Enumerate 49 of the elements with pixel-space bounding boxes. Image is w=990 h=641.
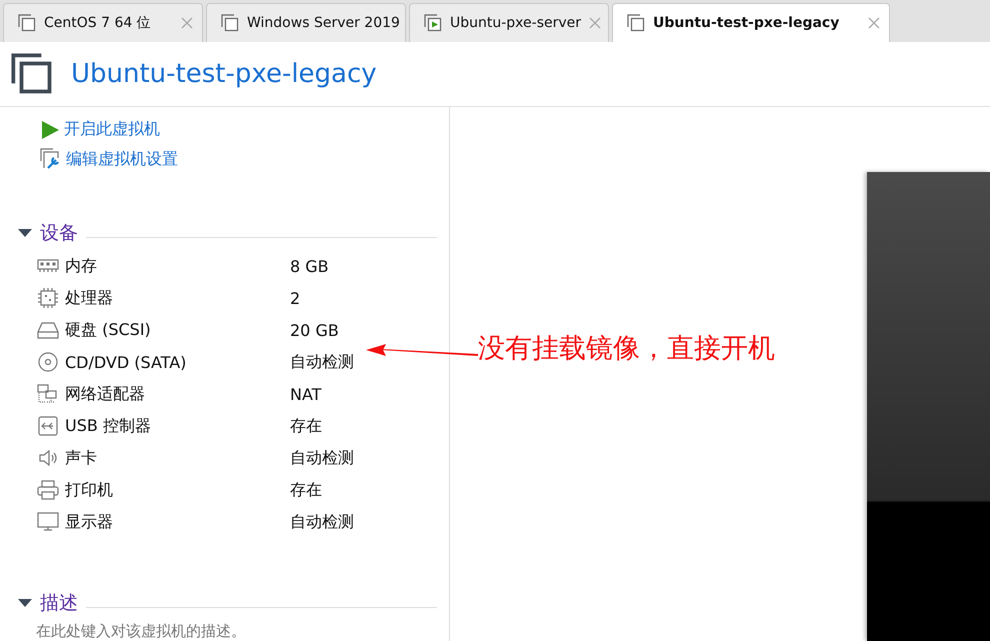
device-value: 存在 xyxy=(290,416,323,436)
device-value: 2 xyxy=(290,288,302,308)
tab[interactable]: CentOS 7 64 位 xyxy=(3,3,203,42)
device-name[interactable]: 硬盘 (SCSI) xyxy=(65,320,151,340)
printer-icon xyxy=(37,479,59,501)
device-name[interactable]: 处理器 xyxy=(65,288,113,308)
action-link[interactable]: 开启此虚拟机 xyxy=(64,119,160,140)
device-name[interactable]: CD/DVD (SATA) xyxy=(65,352,186,372)
tab[interactable]: Ubuntu-test-pxe-legacy xyxy=(612,3,890,42)
cd-icon xyxy=(37,351,59,373)
device-name[interactable]: 显示器 xyxy=(65,512,113,532)
vm-running-icon xyxy=(424,14,442,32)
vm-screen-preview[interactable] xyxy=(867,172,990,641)
vm-title: Ubuntu-test-pxe-legacy xyxy=(71,59,377,89)
vm-icon xyxy=(627,14,645,32)
play-icon xyxy=(40,120,60,140)
close-icon[interactable] xyxy=(589,17,602,29)
network-icon xyxy=(37,383,59,405)
tab[interactable]: Windows Server 2019 xyxy=(206,3,406,42)
device-value: 存在 xyxy=(290,480,323,500)
collapse-icon[interactable] xyxy=(18,228,32,238)
device-value: 8 GB xyxy=(290,256,330,276)
section-title: 设备 xyxy=(40,221,78,246)
device-name[interactable]: 打印机 xyxy=(65,480,113,500)
action-link[interactable]: 编辑虚拟机设置 xyxy=(66,148,178,170)
tab[interactable]: Ubuntu-pxe-server xyxy=(409,3,609,42)
processor-icon xyxy=(37,287,59,309)
close-icon[interactable] xyxy=(868,17,880,29)
device-value: 自动检测 xyxy=(290,448,355,468)
device-name[interactable]: USB 控制器 xyxy=(65,416,151,436)
device-name[interactable]: 网络适配器 xyxy=(65,384,145,404)
vm-icon xyxy=(11,53,53,95)
close-icon[interactable] xyxy=(181,17,193,29)
vm-icon xyxy=(221,14,239,32)
display-icon xyxy=(37,511,59,533)
sound-icon xyxy=(37,447,59,469)
vm-icon xyxy=(18,14,36,32)
usb-icon xyxy=(37,415,59,437)
device-name[interactable]: 内存 xyxy=(65,256,97,276)
description-placeholder[interactable]: 在此处键入对该虚拟机的描述。 xyxy=(36,622,437,641)
edit-settings-icon xyxy=(40,148,62,170)
device-value: 20 GB xyxy=(290,320,340,340)
section-title: 描述 xyxy=(40,591,78,616)
device-value: 自动检测 xyxy=(290,512,355,532)
device-name[interactable]: 声卡 xyxy=(65,448,97,468)
device-value: NAT xyxy=(290,384,322,404)
annotation-text: 没有挂载镜像，直接开机 xyxy=(478,332,775,366)
device-value: 自动检测 xyxy=(290,352,355,372)
collapse-icon[interactable] xyxy=(18,598,32,608)
